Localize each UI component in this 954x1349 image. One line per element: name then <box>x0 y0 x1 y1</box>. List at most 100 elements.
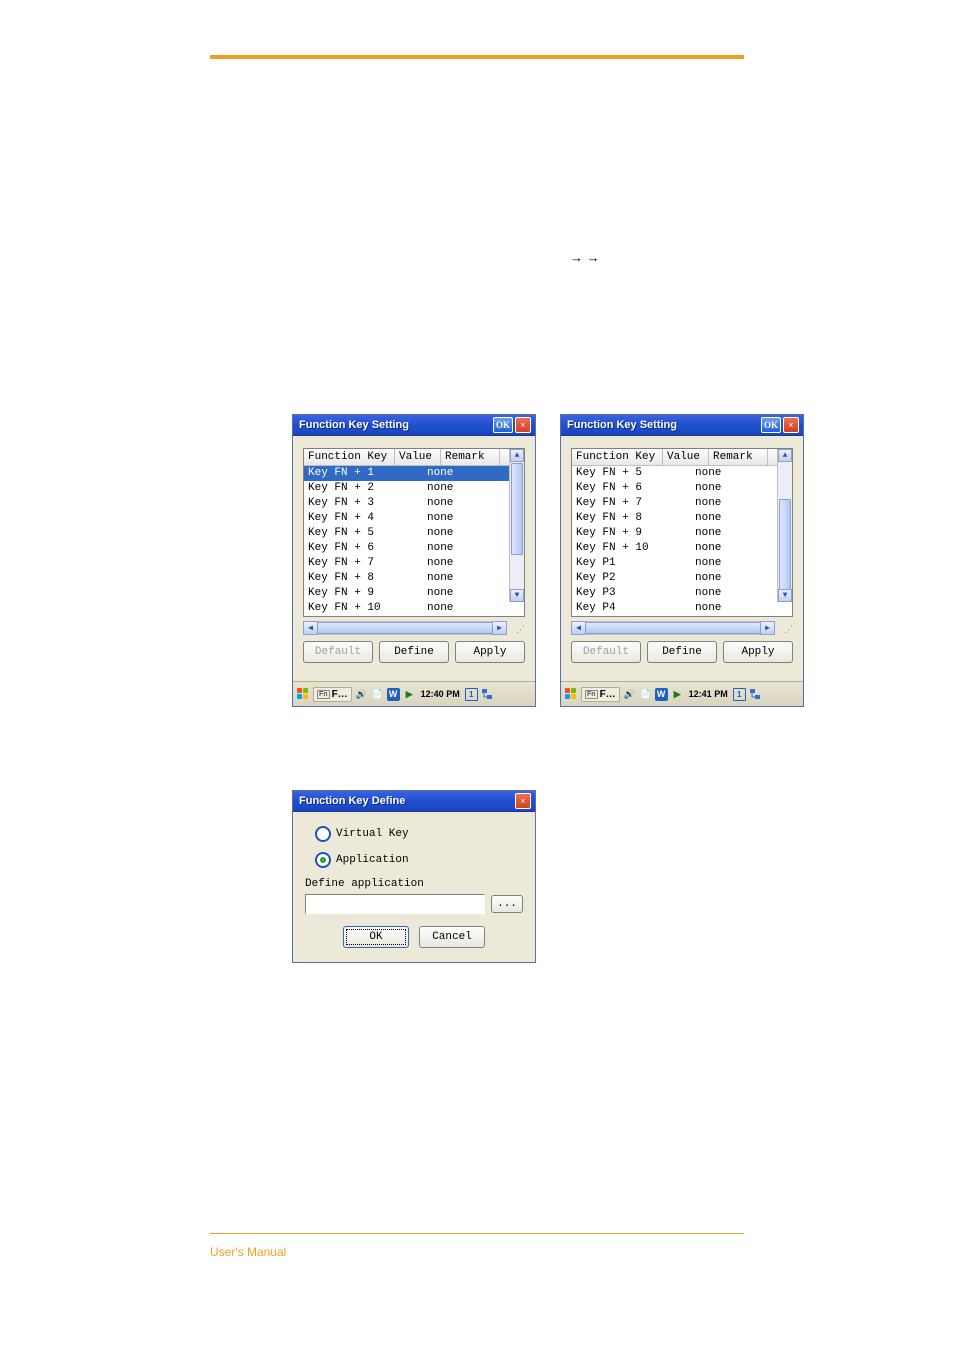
browse-button[interactable]: ... <box>491 895 523 913</box>
resize-grip-icon[interactable]: ⋰ <box>779 621 793 635</box>
col-remark[interactable]: Remark <box>709 449 768 465</box>
input-indicator-icon[interactable]: 1 <box>465 688 478 701</box>
table-row[interactable]: Key FN + 4none <box>304 511 524 526</box>
cell-function-key: Key FN + 6 <box>576 481 658 496</box>
titlebar-close-button[interactable]: × <box>783 417 799 433</box>
scroll-thumb[interactable] <box>511 463 523 555</box>
fn-key-icon: Fn <box>585 690 598 699</box>
cell-value <box>390 571 427 586</box>
table-row[interactable]: Key FN + 10none <box>572 541 792 556</box>
table-row[interactable]: Key FN + 9none <box>304 586 524 601</box>
horizontal-scrollbar[interactable]: ◀ ▶ <box>571 621 775 635</box>
titlebar-close-button[interactable]: × <box>515 417 531 433</box>
scroll-up-icon[interactable]: ▲ <box>510 449 524 462</box>
apply-button[interactable]: Apply <box>455 641 525 663</box>
table-row[interactable]: Key FN + 5 none <box>304 526 524 541</box>
cell-value <box>390 601 427 616</box>
table-row[interactable]: Key FN + 5none <box>572 466 792 481</box>
scroll-left-icon[interactable]: ◀ <box>303 621 318 635</box>
table-row[interactable]: Key FN + 7none <box>304 556 524 571</box>
cell-value <box>658 511 695 526</box>
col-value[interactable]: Value <box>663 449 709 465</box>
cell-function-key: Key FN + 3 <box>308 496 390 511</box>
w-tray-icon[interactable]: W <box>387 688 400 701</box>
define-button[interactable]: Define <box>379 641 449 663</box>
table-row[interactable]: Key P4none <box>572 601 792 616</box>
taskbar-task[interactable]: FnF… <box>581 687 620 702</box>
table-row[interactable]: Key FN + 9none <box>572 526 792 541</box>
doc-tray-icon[interactable]: 📄 <box>371 688 384 701</box>
cell-value <box>658 586 695 601</box>
cell-function-key: Key FN + 7 <box>308 556 390 571</box>
resize-grip-icon[interactable]: ⋰ <box>511 621 525 635</box>
table-row[interactable]: Key FN + 10none <box>304 601 524 616</box>
scroll-down-icon[interactable]: ▼ <box>778 589 792 602</box>
scroll-up-icon[interactable]: ▲ <box>778 449 792 462</box>
cell-value <box>390 466 427 481</box>
input-indicator-icon[interactable]: 1 <box>733 688 746 701</box>
table-row[interactable]: Key FN + 6none <box>572 481 792 496</box>
cell-remark: none <box>695 511 745 526</box>
table-row[interactable]: Key FN + 8none <box>304 571 524 586</box>
table-row[interactable]: Key FN + 1none <box>304 466 524 481</box>
titlebar: Function Key Setting OK × <box>561 415 803 436</box>
cell-value <box>658 496 695 511</box>
cancel-button[interactable]: Cancel <box>419 926 485 948</box>
cell-value <box>390 496 427 511</box>
apply-button[interactable]: Apply <box>723 641 793 663</box>
col-remark[interactable]: Remark <box>441 449 500 465</box>
scroll-down-icon[interactable]: ▼ <box>510 589 524 602</box>
cell-remark: none <box>427 541 477 556</box>
vertical-scrollbar[interactable]: ▲ ▼ <box>509 449 524 602</box>
cell-remark: none <box>427 526 477 541</box>
cell-remark: none <box>427 466 477 481</box>
start-icon[interactable] <box>564 687 578 701</box>
table-row[interactable]: Key FN + 8none <box>572 511 792 526</box>
cell-function-key: Key FN + 5 <box>308 526 390 541</box>
table-row[interactable]: Key P1none <box>572 556 792 571</box>
ok-button[interactable]: OK <box>343 926 409 948</box>
vertical-scrollbar[interactable]: ▲ ▼ <box>777 449 792 602</box>
table-row[interactable]: Key P3none <box>572 586 792 601</box>
application-radio-row[interactable]: Application <box>315 852 513 868</box>
hscroll-thumb[interactable] <box>317 622 493 634</box>
col-function-key[interactable]: Function Key <box>572 449 663 465</box>
scroll-left-icon[interactable]: ◀ <box>571 621 586 635</box>
define-button[interactable]: Define <box>647 641 717 663</box>
function-key-setting-window-2: Function Key Setting OK × Function Key V… <box>560 414 804 707</box>
virtual-key-radio-row[interactable]: Virtual Key <box>315 826 513 842</box>
scroll-right-icon[interactable]: ▶ <box>760 621 775 635</box>
play-tray-icon[interactable]: ▶ <box>403 688 416 701</box>
network-tray-icon[interactable] <box>481 688 494 701</box>
function-key-list: Function Key Value Remark Key FN + 1none… <box>303 448 525 617</box>
application-path-input[interactable] <box>305 894 485 914</box>
col-value[interactable]: Value <box>395 449 441 465</box>
table-row[interactable]: Key P2none <box>572 571 792 586</box>
horizontal-scrollbar[interactable]: ◀ ▶ <box>303 621 507 635</box>
scroll-thumb[interactable] <box>779 499 791 591</box>
titlebar-ok-button[interactable]: OK <box>761 417 781 433</box>
volume-tray-icon[interactable]: 🔊 <box>623 688 636 701</box>
table-row[interactable]: Key FN + 3none <box>304 496 524 511</box>
taskbar-task[interactable]: FnF… <box>313 687 352 702</box>
hscroll-thumb[interactable] <box>585 622 761 634</box>
default-button[interactable]: Default <box>571 641 641 663</box>
default-button[interactable]: Default <box>303 641 373 663</box>
w-tray-icon[interactable]: W <box>655 688 668 701</box>
network-tray-icon[interactable] <box>749 688 762 701</box>
start-icon[interactable] <box>296 687 310 701</box>
radio-unchecked-icon[interactable] <box>315 826 331 842</box>
table-row[interactable]: Key FN + 6none <box>304 541 524 556</box>
titlebar-close-button[interactable]: × <box>515 793 531 809</box>
table-row[interactable]: Key FN + 7none <box>572 496 792 511</box>
doc-tray-icon[interactable]: 📄 <box>639 688 652 701</box>
cell-value <box>390 586 427 601</box>
titlebar-ok-button[interactable]: OK <box>493 417 513 433</box>
play-tray-icon[interactable]: ▶ <box>671 688 684 701</box>
titlebar: Function Key Setting OK × <box>293 415 535 436</box>
table-row[interactable]: Key FN + 2none <box>304 481 524 496</box>
volume-tray-icon[interactable]: 🔊 <box>355 688 368 701</box>
radio-checked-icon[interactable] <box>315 852 331 868</box>
col-function-key[interactable]: Function Key <box>304 449 395 465</box>
scroll-right-icon[interactable]: ▶ <box>492 621 507 635</box>
